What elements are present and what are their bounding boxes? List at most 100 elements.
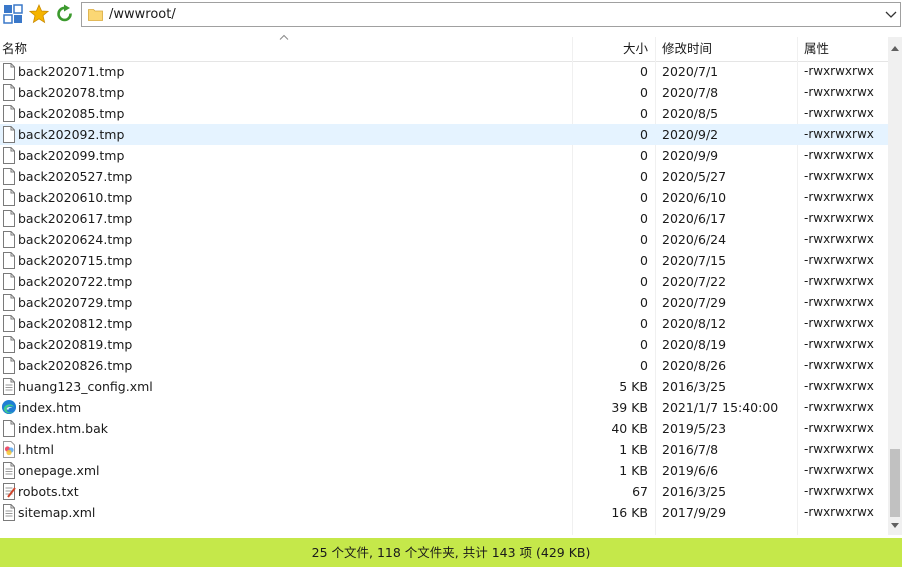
- file-attributes: -rwxrwxrwx: [804, 316, 874, 330]
- file-row[interactable]: back202099.tmp 0 2020/9/9 -rwxrwxrwx: [0, 145, 888, 166]
- file-name: back2020617.tmp: [18, 211, 133, 226]
- favorite-star-icon[interactable]: [29, 4, 49, 24]
- address-bar[interactable]: /wwwroot/: [81, 2, 901, 27]
- file-modified: 2020/9/9: [662, 148, 719, 163]
- file-attributes: -rwxrwxrwx: [804, 505, 874, 519]
- file-name: back2020819.tmp: [18, 337, 133, 352]
- view-switch-icon[interactable]: [3, 4, 23, 24]
- file-attributes: -rwxrwxrwx: [804, 379, 874, 393]
- file-attributes: -rwxrwxrwx: [804, 274, 874, 288]
- refresh-icon[interactable]: [55, 4, 75, 24]
- html-file-icon: [2, 441, 16, 458]
- file-size: 1 KB: [619, 463, 648, 478]
- file-modified: 2020/9/2: [662, 127, 719, 142]
- xml-file-icon: [2, 462, 16, 479]
- column-size[interactable]: 大小: [623, 37, 648, 61]
- column-name[interactable]: 名称: [2, 37, 27, 61]
- file-modified: 2020/8/19: [662, 337, 727, 352]
- file-row[interactable]: huang123_config.xml 5 KB 2016/3/25 -rwxrwxr…: [0, 376, 888, 397]
- file-row[interactable]: index.htm.bak 40 KB 2019/5/23 -rwxrwxrwx: [0, 418, 888, 439]
- scroll-down-icon[interactable]: [891, 523, 899, 529]
- file-modified: 2021/1/7 15:40:00: [662, 400, 779, 415]
- file-icon: [2, 357, 16, 374]
- file-icon: [2, 252, 16, 269]
- toolbar: /wwwroot/: [0, 0, 902, 30]
- file-modified: 2020/8/26: [662, 358, 727, 373]
- file-modified: 2020/5/27: [662, 169, 727, 184]
- file-size: 0: [640, 148, 648, 163]
- file-icon: [2, 315, 16, 332]
- file-name: index.htm.bak: [18, 421, 108, 436]
- file-attributes: -rwxrwxrwx: [804, 295, 874, 309]
- file-row[interactable]: back2020610.tmp 0 2020/6/10 -rwxrwxrwx: [0, 187, 888, 208]
- file-size: 39 KB: [611, 400, 648, 415]
- file-size: 0: [640, 253, 648, 268]
- file-row[interactable]: back2020624.tmp 0 2020/6/24 -rwxrwxrwx: [0, 229, 888, 250]
- file-row[interactable]: back2020819.tmp 0 2020/8/19 -rwxrwxrwx: [0, 334, 888, 355]
- file-icon: [2, 420, 16, 437]
- file-name: back202071.tmp: [18, 64, 125, 79]
- file-size: 40 KB: [611, 421, 648, 436]
- file-row[interactable]: back2020617.tmp 0 2020/6/17 -rwxrwxrwx: [0, 208, 888, 229]
- file-size: 5 KB: [619, 379, 648, 394]
- file-row[interactable]: back202085.tmp 0 2020/8/5 -rwxrwxrwx: [0, 103, 888, 124]
- column-modified[interactable]: 修改时间: [662, 37, 712, 61]
- file-size: 0: [640, 316, 648, 331]
- address-path[interactable]: /wwwroot/: [109, 7, 176, 22]
- file-row[interactable]: back202078.tmp 0 2020/7/8 -rwxrwxrwx: [0, 82, 888, 103]
- file-icon: [2, 294, 16, 311]
- file-row[interactable]: back2020729.tmp 0 2020/7/29 -rwxrwxrwx: [0, 292, 888, 313]
- file-modified: 2020/7/8: [662, 85, 719, 100]
- scroll-up-icon[interactable]: [891, 45, 899, 51]
- file-size: 0: [640, 274, 648, 289]
- file-modified: 2019/6/6: [662, 463, 719, 478]
- file-row[interactable]: back2020527.tmp 0 2020/5/27 -rwxrwxrwx: [0, 166, 888, 187]
- file-row[interactable]: back2020715.tmp 0 2020/7/15 -rwxrwxrwx: [0, 250, 888, 271]
- vertical-scrollbar[interactable]: [888, 37, 902, 535]
- chevron-down-icon[interactable]: [885, 8, 897, 20]
- file-attributes: -rwxrwxrwx: [804, 211, 874, 225]
- file-size: 0: [640, 190, 648, 205]
- status-summary: 25 个文件, 118 个文件夹, 共计 143 项 (429 KB): [311, 545, 591, 560]
- file-size: 0: [640, 127, 648, 142]
- file-attributes: -rwxrwxrwx: [804, 421, 874, 435]
- file-size: 1 KB: [619, 442, 648, 457]
- file-row[interactable]: index.htm 39 KB 2021/1/7 15:40:00 -rwxrwxrw…: [0, 397, 888, 418]
- file-attributes: -rwxrwxrwx: [804, 169, 874, 183]
- file-row[interactable]: back2020722.tmp 0 2020/7/22 -rwxrwxrwx: [0, 271, 888, 292]
- scrollbar-thumb[interactable]: [890, 449, 900, 517]
- file-row[interactable]: robots.txt 67 2016/3/25 -rwxrwxrwx: [0, 481, 888, 502]
- file-modified: 2016/7/8: [662, 442, 719, 457]
- file-attributes: -rwxrwxrwx: [804, 232, 874, 246]
- folder-icon: [88, 9, 103, 21]
- file-row[interactable]: back202071.tmp 0 2020/7/1 -rwxrwxrwx: [0, 61, 888, 82]
- file-icon: [2, 210, 16, 227]
- file-icon: [2, 63, 16, 80]
- file-row[interactable]: onepage.xml 1 KB 2019/6/6 -rwxrwxrwx: [0, 460, 888, 481]
- column-attributes[interactable]: 属性: [804, 37, 829, 61]
- file-size: 0: [640, 358, 648, 373]
- file-icon: [2, 105, 16, 122]
- file-size: 0: [640, 85, 648, 100]
- file-attributes: -rwxrwxrwx: [804, 400, 874, 414]
- file-attributes: -rwxrwxrwx: [804, 106, 874, 120]
- file-name: sitemap.xml: [18, 505, 96, 520]
- file-size: 0: [640, 211, 648, 226]
- file-modified: 2020/6/10: [662, 190, 727, 205]
- file-row[interactable]: sitemap.xml 16 KB 2017/9/29 -rwxrwxrwx: [0, 502, 888, 523]
- file-name: robots.txt: [18, 484, 79, 499]
- file-row[interactable]: back2020812.tmp 0 2020/8/12 -rwxrwxrwx: [0, 313, 888, 334]
- file-list: back202071.tmp 0 2020/7/1 -rwxrwxrwx back202…: [0, 61, 888, 535]
- file-modified: 2017/9/29: [662, 505, 727, 520]
- text-file-icon: [2, 483, 16, 500]
- file-row[interactable]: l.html 1 KB 2016/7/8 -rwxrwxrwx: [0, 439, 888, 460]
- file-row[interactable]: back202092.tmp 0 2020/9/2 -rwxrwxrwx: [0, 124, 888, 145]
- file-modified: 2020/6/24: [662, 232, 727, 247]
- file-icon: [2, 273, 16, 290]
- file-attributes: -rwxrwxrwx: [804, 253, 874, 267]
- file-attributes: -rwxrwxrwx: [804, 148, 874, 162]
- file-row[interactable]: back2020826.tmp 0 2020/8/26 -rwxrwxrwx: [0, 355, 888, 376]
- file-modified: 2016/3/25: [662, 379, 727, 394]
- file-modified: 2016/3/25: [662, 484, 727, 499]
- file-name: back2020624.tmp: [18, 232, 133, 247]
